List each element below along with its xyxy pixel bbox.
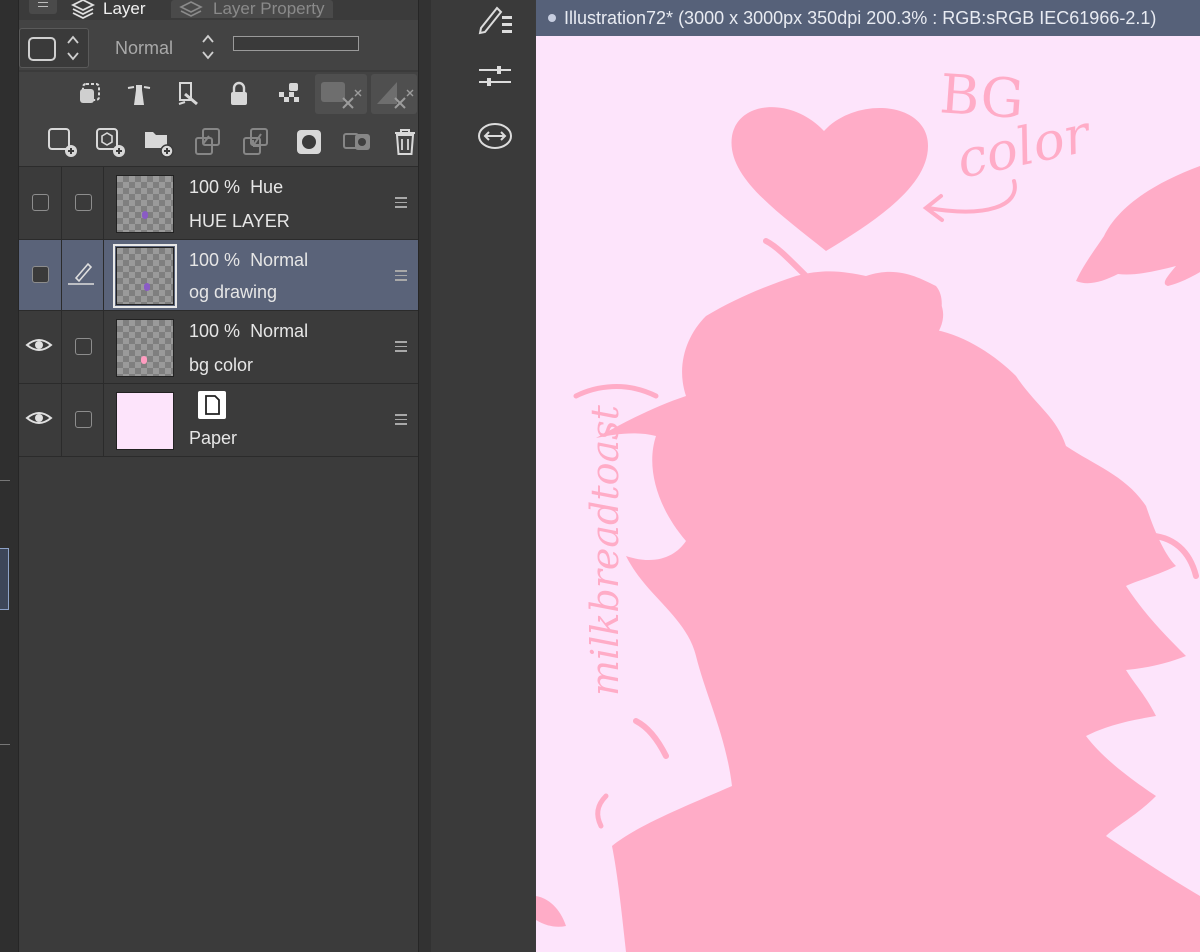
layer-edit-toggle[interactable] <box>62 167 104 239</box>
strip-selected-item[interactable] <box>0 548 9 610</box>
tab-layer-label: Layer <box>103 0 146 18</box>
edit-checkbox[interactable] <box>75 194 92 211</box>
swap-arrows-icon[interactable] <box>477 120 513 152</box>
apply-mask-icon[interactable] <box>341 126 373 158</box>
canvas-title-bar[interactable]: Illustration72* (3000 x 3000px 350dpi 20… <box>536 0 1200 36</box>
layer-toolbar-row-2 <box>19 118 418 167</box>
layer-thumbnail <box>113 244 177 308</box>
layer-name: Paper <box>189 428 238 448</box>
new-folder-icon[interactable] <box>143 126 175 158</box>
side-toolbar <box>431 0 535 952</box>
tab-layer-property-label: Layer Property <box>213 0 325 18</box>
layer-row-hue[interactable]: 100 % Hue HUE LAYER <box>19 167 418 240</box>
paper-layer-icon <box>198 391 226 419</box>
transfer-to-lower-layer-icon[interactable] <box>193 126 225 158</box>
layer-edit-toggle[interactable] <box>62 311 104 383</box>
layer-opacity-mode: 100 % Normal <box>189 250 309 270</box>
thumbnail-figure <box>142 211 148 219</box>
canvas-status-dot <box>548 14 556 22</box>
ruler-enable-icon[interactable] <box>371 74 417 114</box>
lock-transparency-icon[interactable] <box>275 80 303 108</box>
visibility-toggle[interactable] <box>19 240 62 310</box>
layer-edit-toggle[interactable] <box>62 240 104 310</box>
visibility-toggle[interactable] <box>19 311 62 383</box>
strip-divider <box>0 480 10 481</box>
eye-icon <box>25 339 53 351</box>
layer-panel: Layer Layer Property Normal 100 % Hue HU… <box>19 0 418 952</box>
layer-thumbnail <box>116 392 174 450</box>
lock-icon[interactable] <box>225 80 253 108</box>
hair-strand <box>763 238 809 279</box>
pencil-icon <box>68 262 94 285</box>
tab-layer-property[interactable]: Layer Property <box>171 0 333 18</box>
layer-thumbnail <box>116 175 174 233</box>
tab-layer[interactable]: Layer <box>71 0 154 20</box>
edit-checkbox[interactable] <box>75 338 92 355</box>
visibility-checkbox[interactable] <box>32 266 49 283</box>
blend-mode-select[interactable]: Normal <box>115 38 173 59</box>
panel-menu-button[interactable] <box>29 0 57 14</box>
visibility-checkbox[interactable] <box>32 194 49 211</box>
layer-toolbar-row-1 <box>19 72 418 118</box>
layer-opacity-mode: 100 % Hue <box>189 177 284 197</box>
thumbnail-figure <box>141 356 147 364</box>
canvas-title: Illustration72* (3000 x 3000px 350dpi 20… <box>564 8 1157 28</box>
heart-shape <box>731 107 928 252</box>
square-icon <box>28 37 56 61</box>
hair-strand <box>633 718 669 759</box>
canvas-artwork: BG color milkbreadtoast <box>536 62 1200 952</box>
drag-handle-icon[interactable] <box>395 270 407 281</box>
create-layer-mask-icon[interactable] <box>293 126 325 158</box>
layer-opacity-mode: 100 % Normal <box>189 321 309 341</box>
blend-mode-arrows-icon[interactable] <box>201 32 215 62</box>
layer-row-paper[interactable]: Paper <box>19 384 418 457</box>
opacity-slider[interactable] <box>233 36 359 51</box>
reference-layer-lighthouse-icon[interactable] <box>125 80 153 108</box>
layer-name: bg color <box>189 355 254 375</box>
layers-icon <box>71 0 95 20</box>
layer-row-bg-color[interactable]: 100 % Normal bg color <box>19 311 418 384</box>
drag-handle-icon[interactable] <box>395 414 407 425</box>
layer-row-og-drawing[interactable]: 100 % Normal og drawing <box>19 240 418 311</box>
tool-property-icon[interactable] <box>477 2 517 36</box>
layer-property-icon <box>179 1 203 17</box>
trash-icon[interactable] <box>391 126 419 158</box>
clip-to-layer-below-icon[interactable] <box>77 80 105 108</box>
new-raster-layer-icon[interactable] <box>47 126 79 158</box>
drawing-canvas[interactable]: BG color milkbreadtoast <box>536 36 1200 952</box>
thumbnail-figure <box>144 283 150 291</box>
panel-divider <box>418 0 431 952</box>
visibility-toggle[interactable] <box>19 167 62 239</box>
layer-thumbnail <box>116 319 174 377</box>
left-panel-strip <box>0 0 19 952</box>
layer-name: HUE LAYER <box>189 211 290 231</box>
eye-icon <box>25 412 53 424</box>
figure-silhouette <box>596 271 1200 952</box>
new-vector-layer-icon[interactable] <box>95 126 127 158</box>
dolphin-shape <box>1076 166 1200 286</box>
sliders-icon[interactable] <box>477 62 513 90</box>
layer-mode-row: Normal <box>19 20 418 70</box>
layer-edit-toggle[interactable] <box>62 384 104 456</box>
bottom-left-blob <box>536 896 566 927</box>
up-down-arrows-icon <box>66 33 80 63</box>
visibility-toggle[interactable] <box>19 384 62 456</box>
signature: milkbreadtoast <box>583 404 627 696</box>
layer-name: og drawing <box>189 282 278 302</box>
hair-strand <box>595 793 609 829</box>
hair-strand <box>573 384 659 399</box>
drag-handle-icon[interactable] <box>395 197 407 208</box>
merge-with-layer-below-icon[interactable] <box>241 126 273 158</box>
layer-color-select[interactable] <box>19 28 89 68</box>
strip-divider <box>0 744 10 745</box>
draft-layer-icon[interactable] <box>175 80 203 108</box>
drag-handle-icon[interactable] <box>395 341 407 352</box>
mask-enable-icon[interactable] <box>315 74 367 114</box>
edit-checkbox[interactable] <box>75 411 92 428</box>
